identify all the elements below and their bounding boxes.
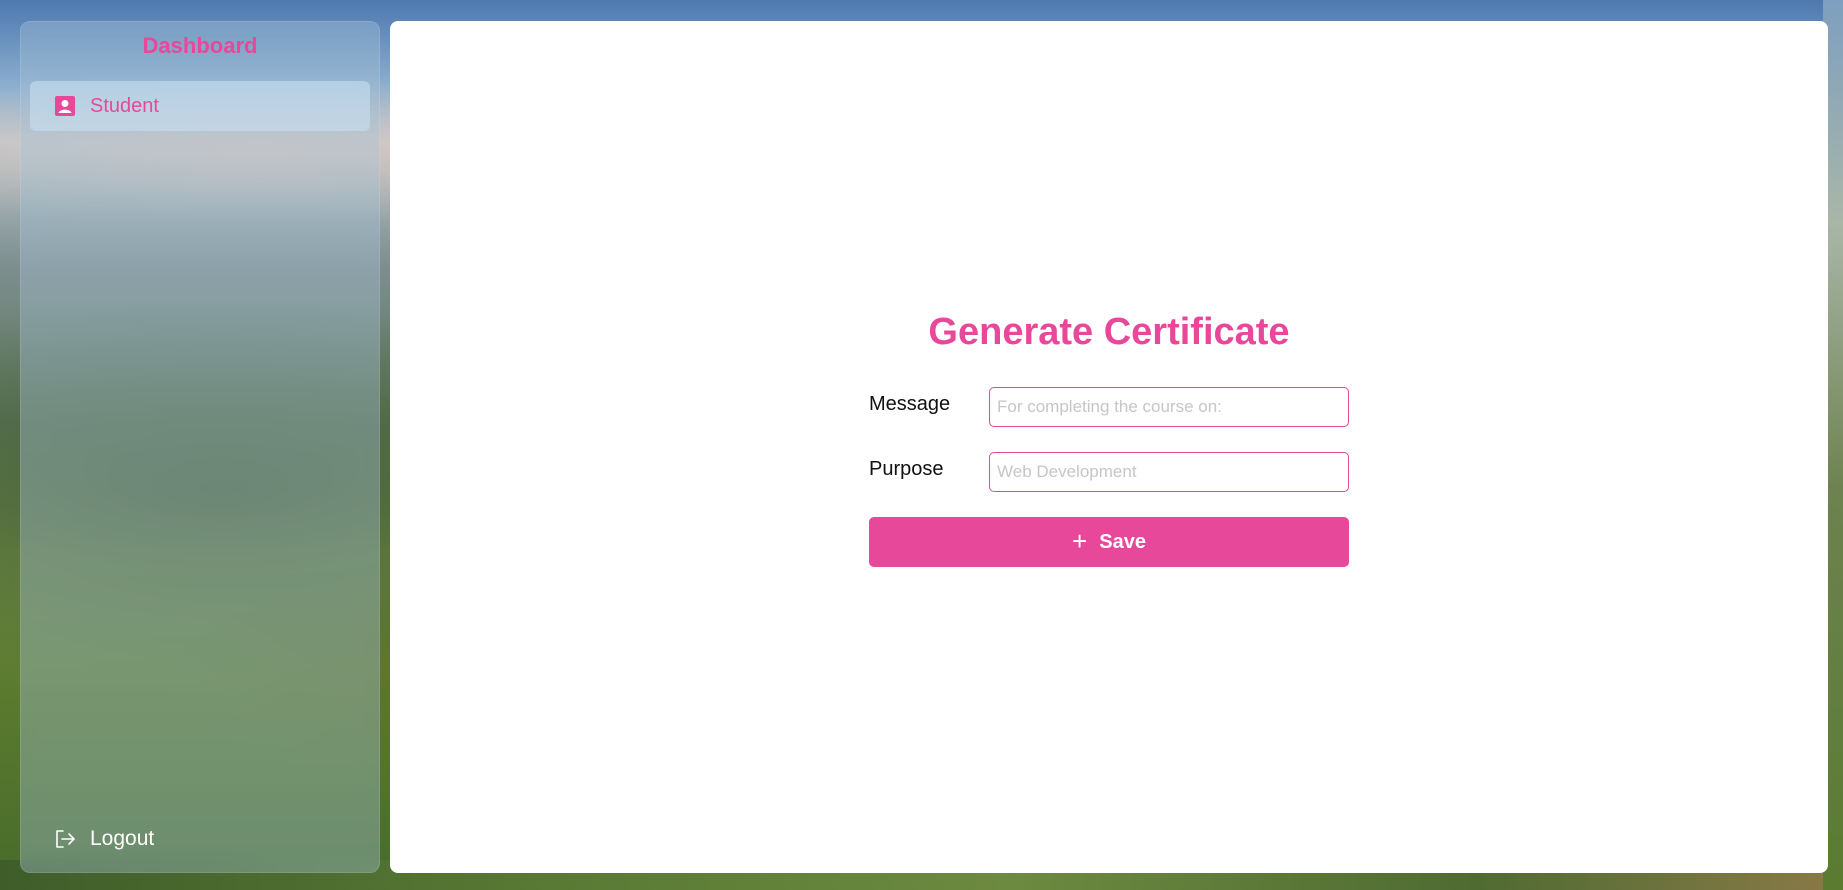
save-button[interactable]: + Save [869, 517, 1349, 567]
main-panel: Generate Certificate Message Purpose + S… [390, 21, 1828, 873]
plus-icon: + [1072, 525, 1088, 556]
message-label: Message [869, 392, 951, 415]
message-input[interactable] [989, 387, 1349, 427]
user-badge-icon [54, 95, 76, 117]
page-title: Generate Certificate [928, 311, 1290, 353]
purpose-label: Purpose [869, 457, 944, 480]
logout-button[interactable]: Logout [54, 827, 154, 851]
purpose-row: Purpose [869, 452, 1349, 492]
purpose-input[interactable] [989, 452, 1349, 492]
sidebar-item-label: Student [90, 94, 159, 117]
sidebar-title: Dashboard [142, 33, 258, 58]
logout-icon [54, 828, 76, 850]
logout-label: Logout [90, 827, 155, 850]
certificate-form: Generate Certificate Message Purpose + S… [869, 311, 1349, 567]
message-row: Message [869, 387, 1349, 427]
sidebar: Dashboard Student Logout [20, 21, 380, 873]
sidebar-item-student[interactable]: Student [30, 81, 370, 131]
save-label: Save [1099, 530, 1146, 553]
